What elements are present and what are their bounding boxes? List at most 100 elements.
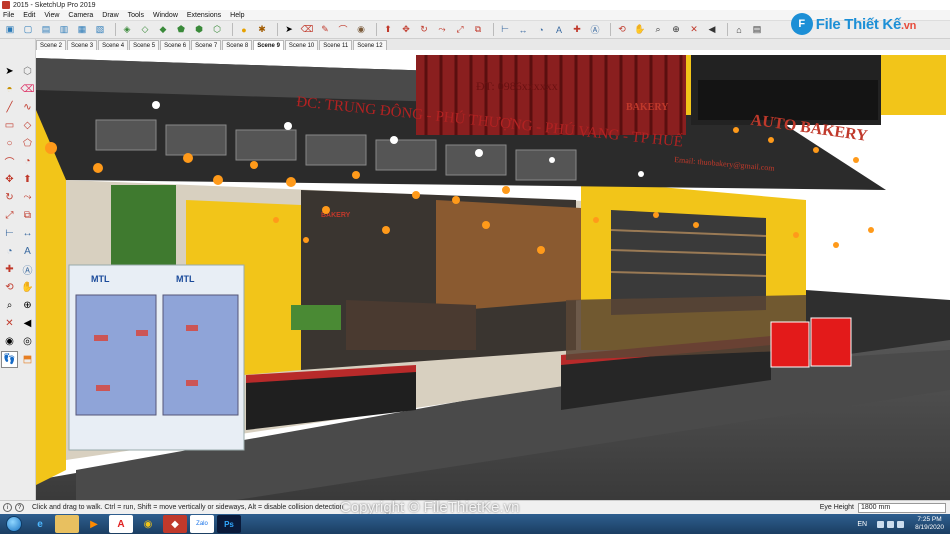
camera-front-icon[interactable]: ▤ bbox=[39, 23, 53, 37]
volume-icon[interactable] bbox=[887, 520, 895, 528]
3d-text-tool-icon[interactable]: Ⓐ bbox=[19, 261, 36, 278]
look-around-icon[interactable]: ◎ bbox=[19, 333, 36, 350]
menu-camera[interactable]: Camera bbox=[68, 12, 93, 19]
shape-icon[interactable]: ◉ bbox=[354, 23, 368, 37]
tab-scene-8[interactable]: Scene 8 bbox=[222, 40, 253, 50]
polygon-tool-icon[interactable]: ⬠ bbox=[19, 135, 36, 152]
position-camera-icon[interactable]: ◉ bbox=[1, 333, 18, 350]
style-monochrome-icon[interactable]: ⬡ bbox=[210, 23, 224, 37]
menu-help[interactable]: Help bbox=[230, 12, 244, 19]
rotated-rectangle-icon[interactable]: ◇ bbox=[19, 117, 36, 134]
rectangle-tool-icon[interactable]: ▭ bbox=[1, 117, 18, 134]
previous-view-icon[interactable]: ◀ bbox=[705, 23, 719, 37]
tab-scene-10[interactable]: Scene 10 bbox=[284, 40, 319, 50]
zalo-icon[interactable]: Zalo bbox=[190, 515, 214, 533]
zoom-extents-tool-icon[interactable]: ✕ bbox=[1, 315, 18, 332]
follow-me-icon[interactable]: ⤳ bbox=[435, 23, 449, 37]
camera-back-icon[interactable]: ▦ bbox=[75, 23, 89, 37]
autocad-icon[interactable]: A bbox=[109, 515, 133, 533]
tab-scene-7[interactable]: Scene 7 bbox=[191, 40, 222, 50]
scale-tool-icon[interactable]: ⤢ bbox=[1, 207, 18, 224]
arc-icon[interactable]: ⌒ bbox=[336, 23, 350, 37]
zoom-icon[interactable]: ⌕ bbox=[651, 23, 665, 37]
line-tool-icon[interactable]: ╱ bbox=[1, 99, 18, 116]
tab-scene-6[interactable]: Scene 6 bbox=[160, 40, 191, 50]
scale-icon[interactable]: ⤢ bbox=[453, 23, 467, 37]
walk-tool-icon[interactable]: 👣 bbox=[1, 351, 18, 368]
pan-tool-icon[interactable]: ✋ bbox=[19, 279, 36, 296]
style-xray-icon[interactable]: ◈ bbox=[120, 23, 134, 37]
previous-view-tool-icon[interactable]: ◀ bbox=[19, 315, 36, 332]
tab-scene-9[interactable]: Scene 9 bbox=[253, 40, 284, 50]
eraser-icon[interactable]: ⌫ bbox=[300, 23, 314, 37]
tab-scene-3[interactable]: Scene 3 bbox=[67, 40, 98, 50]
select-arrow-icon[interactable]: ➤ bbox=[282, 23, 296, 37]
offset-tool-icon[interactable]: ⧉ bbox=[19, 207, 36, 224]
camera-right-icon[interactable]: ▥ bbox=[57, 23, 71, 37]
protractor-tool-icon[interactable]: ◔ bbox=[1, 243, 18, 260]
tab-scene-2[interactable]: Scene 2 bbox=[36, 40, 67, 50]
sketchup-taskbar-icon[interactable]: ◆ bbox=[163, 515, 187, 533]
menu-extensions[interactable]: Extensions bbox=[187, 12, 221, 19]
zoom-extents-icon[interactable]: ✕ bbox=[687, 23, 701, 37]
menu-view[interactable]: View bbox=[44, 12, 59, 19]
tape-measure-icon[interactable]: ⊢ bbox=[498, 23, 512, 37]
rotate-icon[interactable]: ↻ bbox=[417, 23, 431, 37]
style-wireframe-icon[interactable]: ◇ bbox=[138, 23, 152, 37]
flag-icon[interactable] bbox=[897, 520, 905, 528]
eraser-tool-icon[interactable]: ⌫ bbox=[19, 81, 36, 98]
style-textured-icon[interactable]: ⬢ bbox=[192, 23, 206, 37]
follow-me-tool-icon[interactable]: ⤳ bbox=[19, 189, 36, 206]
tab-scene-5[interactable]: Scene 5 bbox=[129, 40, 160, 50]
circle-tool-icon[interactable]: ○ bbox=[1, 135, 18, 152]
orbit-tool-icon[interactable]: ⟲ bbox=[1, 279, 18, 296]
tab-scene-12[interactable]: Scene 12 bbox=[353, 40, 387, 50]
axes-tool-icon[interactable]: ✚ bbox=[1, 261, 18, 278]
pan-icon[interactable]: ✋ bbox=[633, 23, 647, 37]
move-tool-icon[interactable]: ✥ bbox=[1, 171, 18, 188]
rotate-tool-icon[interactable]: ↻ bbox=[1, 189, 18, 206]
component-icon[interactable]: ⬡ bbox=[19, 63, 36, 80]
sun-shadow-icon[interactable]: ● bbox=[237, 23, 251, 37]
input-language[interactable]: EN bbox=[857, 521, 867, 528]
add-location-icon[interactable]: ⌂ bbox=[732, 23, 746, 37]
help-icon[interactable]: ? bbox=[15, 503, 24, 512]
model-viewport[interactable]: AUTO BAKERY ĐC: TRUNG ĐÔNG - PHÚ THƯỢNG … bbox=[36, 50, 950, 500]
camera-iso-icon[interactable]: ▣ bbox=[3, 23, 17, 37]
network-icon[interactable] bbox=[877, 520, 885, 528]
tape-measure-tool-icon[interactable]: ⊢ bbox=[1, 225, 18, 242]
tab-scene-4[interactable]: Scene 4 bbox=[98, 40, 129, 50]
photoshop-icon[interactable]: Ps bbox=[217, 515, 241, 533]
menu-edit[interactable]: Edit bbox=[23, 12, 35, 19]
style-shaded-icon[interactable]: ⬟ bbox=[174, 23, 188, 37]
tab-scene-11[interactable]: Scene 11 bbox=[319, 40, 353, 50]
protractor-icon[interactable]: ◔ bbox=[534, 23, 548, 37]
line-pencil-icon[interactable]: ✎ bbox=[318, 23, 332, 37]
axes-icon[interactable]: ✚ bbox=[570, 23, 584, 37]
camera-left-icon[interactable]: ▧ bbox=[93, 23, 107, 37]
menu-file[interactable]: File bbox=[3, 12, 14, 19]
eye-height-input[interactable]: 1800 mm bbox=[858, 502, 946, 513]
info-icon[interactable]: i bbox=[3, 503, 12, 512]
menu-tools[interactable]: Tools bbox=[128, 12, 144, 19]
dimension-tool-icon[interactable]: ↔ bbox=[19, 225, 36, 242]
text-tool-icon[interactable]: A bbox=[19, 243, 36, 260]
select-tool-icon[interactable]: ➤ bbox=[1, 63, 18, 80]
text-icon[interactable]: A bbox=[552, 23, 566, 37]
warehouse-icon[interactable]: ▤ bbox=[750, 23, 764, 37]
3d-text-icon[interactable]: Ⓐ bbox=[588, 23, 602, 37]
paint-bucket-icon[interactable]: ◓ bbox=[1, 81, 18, 98]
pie-tool-icon[interactable]: ◔ bbox=[19, 153, 36, 170]
system-clock[interactable]: 7:25 PM 8/19/2020 bbox=[915, 516, 944, 532]
menu-window[interactable]: Window bbox=[153, 12, 178, 19]
style-hidden-icon[interactable]: ◆ bbox=[156, 23, 170, 37]
freehand-tool-icon[interactable]: ∿ bbox=[19, 99, 36, 116]
chrome-icon[interactable]: ◉ bbox=[136, 515, 160, 533]
camera-top-icon[interactable]: ▢ bbox=[21, 23, 35, 37]
section-plane-icon[interactable]: ⬒ bbox=[19, 351, 36, 368]
start-button[interactable] bbox=[0, 514, 28, 534]
move-icon[interactable]: ✥ bbox=[399, 23, 413, 37]
zoom-window-tool-icon[interactable]: ⊕ bbox=[19, 297, 36, 314]
media-player-icon[interactable]: ▶ bbox=[82, 515, 106, 533]
orbit-icon[interactable]: ⟲ bbox=[615, 23, 629, 37]
